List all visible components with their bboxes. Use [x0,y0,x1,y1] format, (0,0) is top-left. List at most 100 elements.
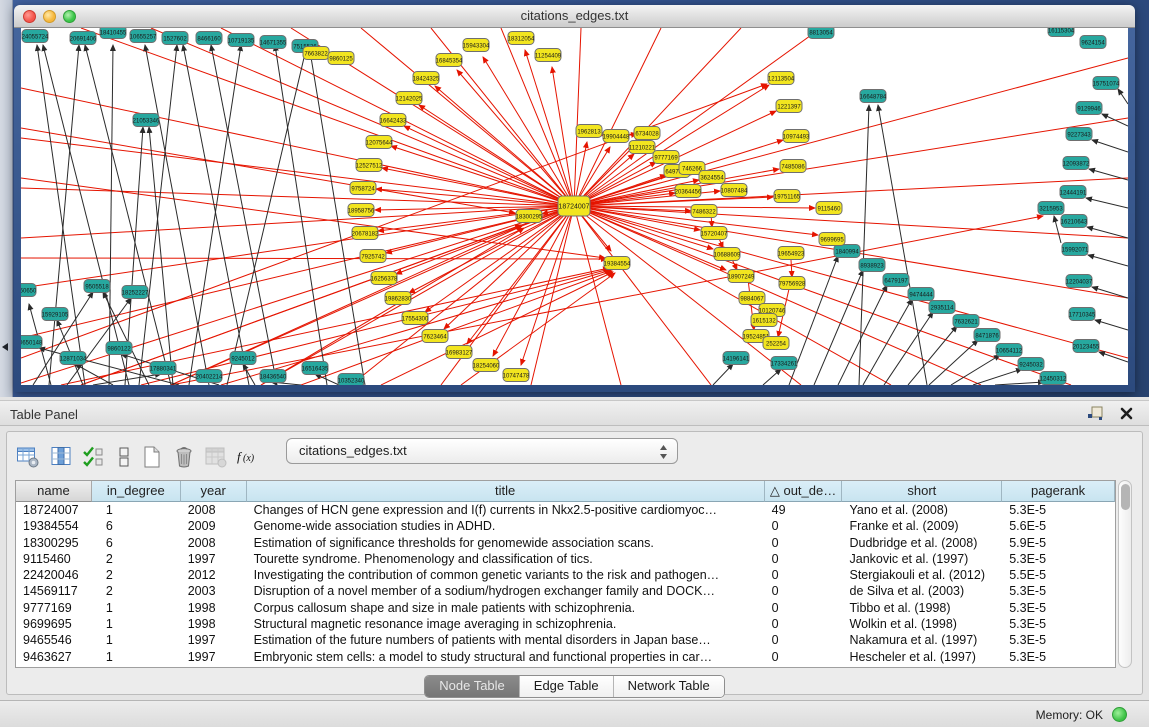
table-cell[interactable]: Hescheler et al. (1997) [843,649,1003,665]
table-row[interactable]: 1456911722003Disruption of a novel membe… [16,583,1115,599]
network-node[interactable]: 12075644 [366,136,393,149]
network-edge[interactable] [1118,89,1128,104]
network-node[interactable]: 18724007 [558,196,590,216]
table-row[interactable]: 1938455462009Genome-wide association stu… [16,518,1115,534]
table-row[interactable]: 1830029562008Estimation of significance … [16,535,1115,551]
network-node[interactable]: 21053346 [133,114,160,127]
table-cell[interactable]: Stergiakouli et al. (2012) [843,567,1003,583]
network-edge[interactable] [574,206,711,385]
table-cell[interactable]: 49 [765,502,843,518]
column-visibility-button[interactable] [49,442,75,470]
network-node[interactable]: 20402214 [196,370,223,383]
table-cell[interactable]: 18300295 [16,535,92,551]
network-edge[interactable] [151,28,574,206]
table-cell[interactable]: 1998 [181,600,247,616]
network-node[interactable]: 18300295 [516,210,543,223]
network-edge[interactable] [21,206,574,238]
network-node[interactable]: 19384554 [604,257,631,270]
column-header-out_de[interactable]: △ out_de… [765,481,843,502]
network-edge[interactable] [951,355,1000,385]
table-cell[interactable]: 19384554 [16,518,92,534]
table-cell[interactable]: 1 [92,632,181,648]
scrollbar-thumb[interactable] [1121,484,1130,510]
network-node[interactable]: 12093872 [1063,157,1090,170]
column-header-year[interactable]: year [181,481,247,502]
network-node[interactable]: 14671355 [260,36,287,49]
table-cell[interactable]: Embryonic stem cells: a model to study s… [247,649,765,665]
table-cell[interactable]: 2 [92,567,181,583]
network-node[interactable]: 9860122 [106,342,132,355]
table-options-button[interactable] [15,442,41,470]
network-node[interactable]: 18312054 [508,32,535,45]
table-cell[interactable]: 22420046 [16,567,92,583]
table-cell[interactable]: Genome-wide association studies in ADHD. [247,518,765,534]
network-node[interactable]: 16210643 [1061,215,1088,228]
network-edge[interactable] [1088,255,1128,266]
network-edge[interactable] [791,260,792,277]
network-node[interactable]: 12450312 [1040,372,1067,385]
network-node[interactable]: 1615132 [751,314,777,327]
table-cell[interactable]: Tourette syndrome. Phenomenology and cla… [247,551,765,567]
table-cell[interactable]: 5.3E-5 [1002,616,1115,632]
network-edge[interactable] [995,382,1044,385]
network-node[interactable]: 18436540 [260,370,287,383]
table-cell[interactable]: 0 [765,649,843,665]
table-cell[interactable]: 2008 [181,535,247,551]
network-node[interactable]: 9884067 [739,292,765,305]
network-node[interactable]: 6734028 [634,127,660,140]
network-node[interactable]: 7486322 [691,205,717,218]
network-edge[interactable] [21,138,574,206]
network-canvas[interactable]: 2405572420691406184104551065525715276028… [21,28,1128,385]
network-node[interactable]: 9129946 [1076,102,1102,115]
network-node[interactable]: 1221397 [776,100,802,113]
network-node[interactable]: 18424325 [413,72,440,85]
network-node[interactable]: 12142025 [396,92,423,105]
table-cell[interactable]: 2 [92,583,181,599]
table-cell[interactable]: 6 [92,518,181,534]
table-row[interactable]: 946554611997Estimation of the future num… [16,632,1115,648]
table-cell[interactable]: 2003 [181,583,247,599]
network-node[interactable]: 10719135 [228,34,255,47]
table-cell[interactable]: Yano et al. (2008) [843,502,1003,518]
network-node[interactable]: 9245032 [1018,358,1044,371]
network-node[interactable]: 17554300 [402,312,429,325]
table-cell[interactable]: Dudbridge et al. (2008) [843,535,1003,551]
table-cell[interactable]: 9777169 [16,600,92,616]
network-node[interactable]: 20123455 [1073,340,1100,353]
table-cell[interactable]: 9463627 [16,649,92,665]
table-cell[interactable]: 1997 [181,551,247,567]
network-window-titlebar[interactable]: citations_edges.txt [14,5,1135,28]
row-height-button[interactable] [111,442,137,470]
network-node[interactable]: 14196141 [723,352,750,365]
network-edge[interactable] [884,312,933,385]
table-cell[interactable]: 5.3E-5 [1002,583,1115,599]
table-cell[interactable]: 0 [765,551,843,567]
network-node[interactable]: 7925742 [360,250,386,263]
table-cell[interactable]: Nakamura et al. (1997) [843,632,1003,648]
network-edge[interactable] [21,206,574,288]
network-node[interactable]: 9758724 [350,182,376,195]
panel-collapse-arrow-icon[interactable] [2,343,8,351]
table-cell[interactable]: 2012 [181,567,247,583]
table-cell[interactable]: Disruption of a novel member of a sodium… [247,583,765,599]
table-cell[interactable]: 0 [765,518,843,534]
network-node[interactable]: 16845354 [436,54,463,67]
table-row[interactable]: 1872400712008Changes of HCN gene express… [16,502,1115,518]
table-cell[interactable]: 9465546 [16,632,92,648]
table-cell[interactable]: 5.6E-5 [1002,518,1115,534]
table-cell[interactable]: 1997 [181,632,247,648]
network-node[interactable]: 25260650 [21,284,37,297]
network-node[interactable]: 24055724 [22,30,49,43]
network-node[interactable]: 12444191 [1060,186,1087,199]
network-node[interactable]: 19751165 [774,190,801,203]
tab-network-table[interactable]: Network Table [614,676,724,697]
network-node[interactable]: 20650148 [21,336,43,349]
network-node[interactable]: 79756928 [779,277,806,290]
network-edge[interactable] [49,45,79,385]
network-node[interactable]: 9245012 [230,352,256,365]
network-edge[interactable] [1102,114,1128,126]
network-node[interactable]: 12871034 [60,352,87,365]
network-node[interactable]: 20364456 [675,185,702,198]
table-cell[interactable]: 14569117 [16,583,92,599]
table-cell[interactable]: Tibbo et al. (1998) [843,600,1003,616]
